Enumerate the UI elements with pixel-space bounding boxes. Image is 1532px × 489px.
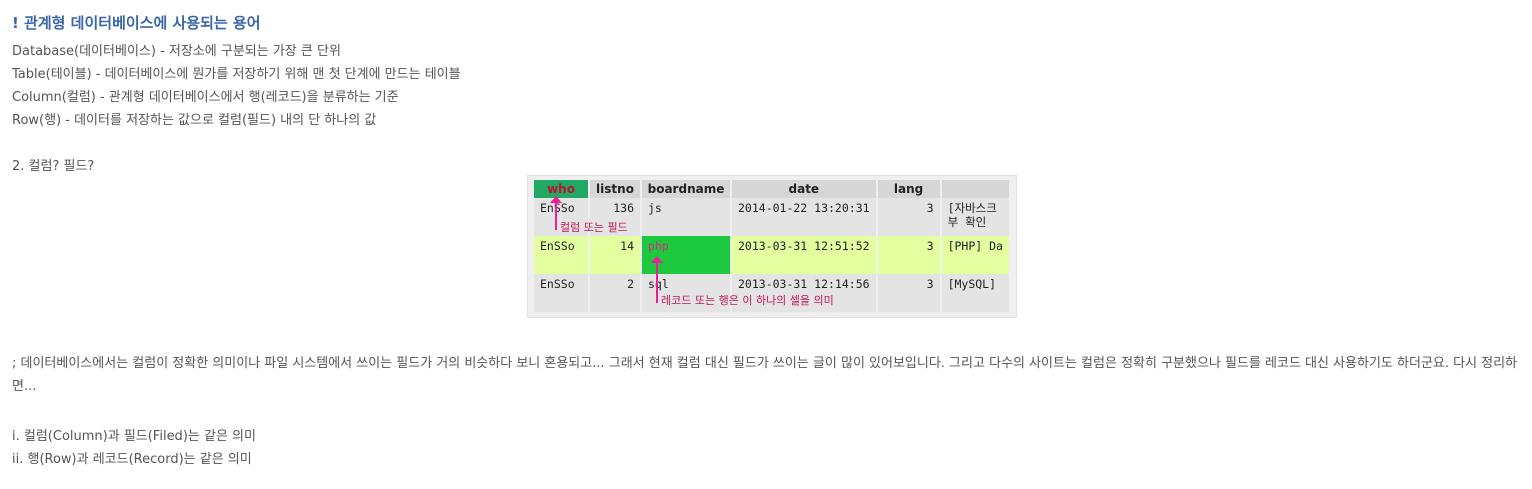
up-arrow-icon — [550, 196, 562, 230]
header-content — [941, 180, 1009, 198]
cell-who: EnSSo — [534, 236, 588, 274]
table-row-highlighted: EnSSo 14 php 2013-03-31 12:51:52 3 [PHP]… — [534, 236, 1009, 274]
definition-row: Row(행) - 데이터를 저장하는 값으로 컬럼(필드) 내의 단 하나의 값 — [12, 113, 377, 128]
cell-date: 2013-03-31 12:51:52 — [732, 236, 876, 274]
definition-table: Table(테이블) - 데이터베이스에 뭔가를 저장하기 위해 맨 첫 단계에… — [12, 67, 461, 82]
cell-content: [자바스크 부 확인 — [941, 198, 1009, 236]
cell-boardname: js — [642, 198, 730, 236]
summary-column-field: i. 컬럼(Column)과 필드(Filed)는 같은 의미 — [12, 429, 256, 444]
cell-listno: 14 — [590, 236, 640, 274]
cell-content: [MySQL] — [941, 274, 1009, 312]
article-heading: ! 관계형 데이터베이스에 사용되는 용어 — [12, 14, 261, 32]
header-boardname: boardname — [642, 180, 730, 198]
cell-who: EnSSo — [534, 274, 588, 312]
definition-database: Database(데이터베이스) - 저장소에 구분되는 가장 큰 단위 — [12, 44, 341, 59]
table-screenshot: who listno boardname date lang EnSSo 136… — [527, 175, 1017, 318]
cell-listno: 2 — [590, 274, 640, 312]
cell-lang: 3 — [877, 236, 940, 274]
cell-content: [PHP] Da — [941, 236, 1009, 274]
annotation-column: 컬럼 또는 필드 — [560, 221, 628, 234]
definition-column: Column(컬럼) - 관계형 데이터베이스에서 행(레코드)을 분류하는 기… — [12, 90, 399, 105]
explanation-paragraph: ; 데이터베이스에서는 컬럼이 정확한 의미이나 파일 시스템에서 쓰이는 필드… — [12, 356, 1518, 394]
cell-lang: 3 — [877, 198, 940, 236]
header-lang: lang — [877, 180, 940, 198]
header-listno: listno — [590, 180, 640, 198]
cell-lang: 3 — [877, 274, 940, 312]
annotation-cell: 레코드 또는 행은 이 하나의 셀을 의미 — [661, 294, 834, 307]
table-header-row: who listno boardname date lang — [534, 180, 1009, 198]
summary-row-record: ii. 행(Row)과 레코드(Record)는 같은 의미 — [12, 452, 252, 467]
cell-date: 2014-01-22 13:20:31 — [732, 198, 876, 236]
up-arrow-icon — [651, 256, 663, 303]
section-title: 2. 컬럼? 필드? — [12, 159, 95, 174]
header-date: date — [732, 180, 876, 198]
